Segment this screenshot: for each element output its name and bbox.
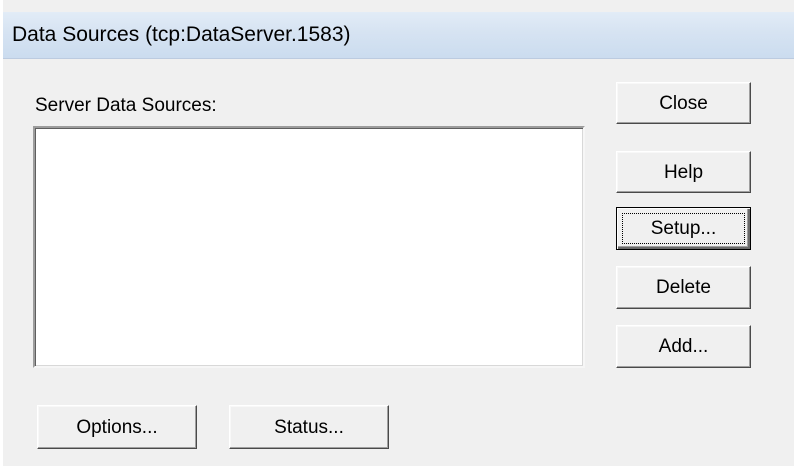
options-button-label: Options... [76,416,158,438]
status-button[interactable]: Status... [229,405,389,449]
add-button[interactable]: Add... [616,325,751,368]
options-button[interactable]: Options... [37,405,197,449]
delete-button[interactable]: Delete [616,266,751,309]
server-data-sources-label: Server Data Sources: [35,95,217,116]
setup-button-label: Setup... [650,218,717,239]
help-button[interactable]: Help [616,151,751,193]
help-button-label: Help [663,161,704,183]
delete-button-label: Delete [656,277,711,298]
server-data-sources-list[interactable] [33,126,585,368]
close-button[interactable]: Close [616,82,751,124]
window-edge-left [0,0,3,469]
title-bar[interactable]: Data Sources (tcp:DataServer.1583) [3,12,794,59]
data-sources-dialog: Data Sources (tcp:DataServer.1583) Serve… [0,0,794,469]
setup-button[interactable]: Setup... [616,207,751,250]
window-title: Data Sources (tcp:DataServer.1583) [12,23,351,46]
close-button-label: Close [659,92,708,114]
status-button-label: Status... [274,416,344,438]
add-button-label: Add... [658,336,709,357]
